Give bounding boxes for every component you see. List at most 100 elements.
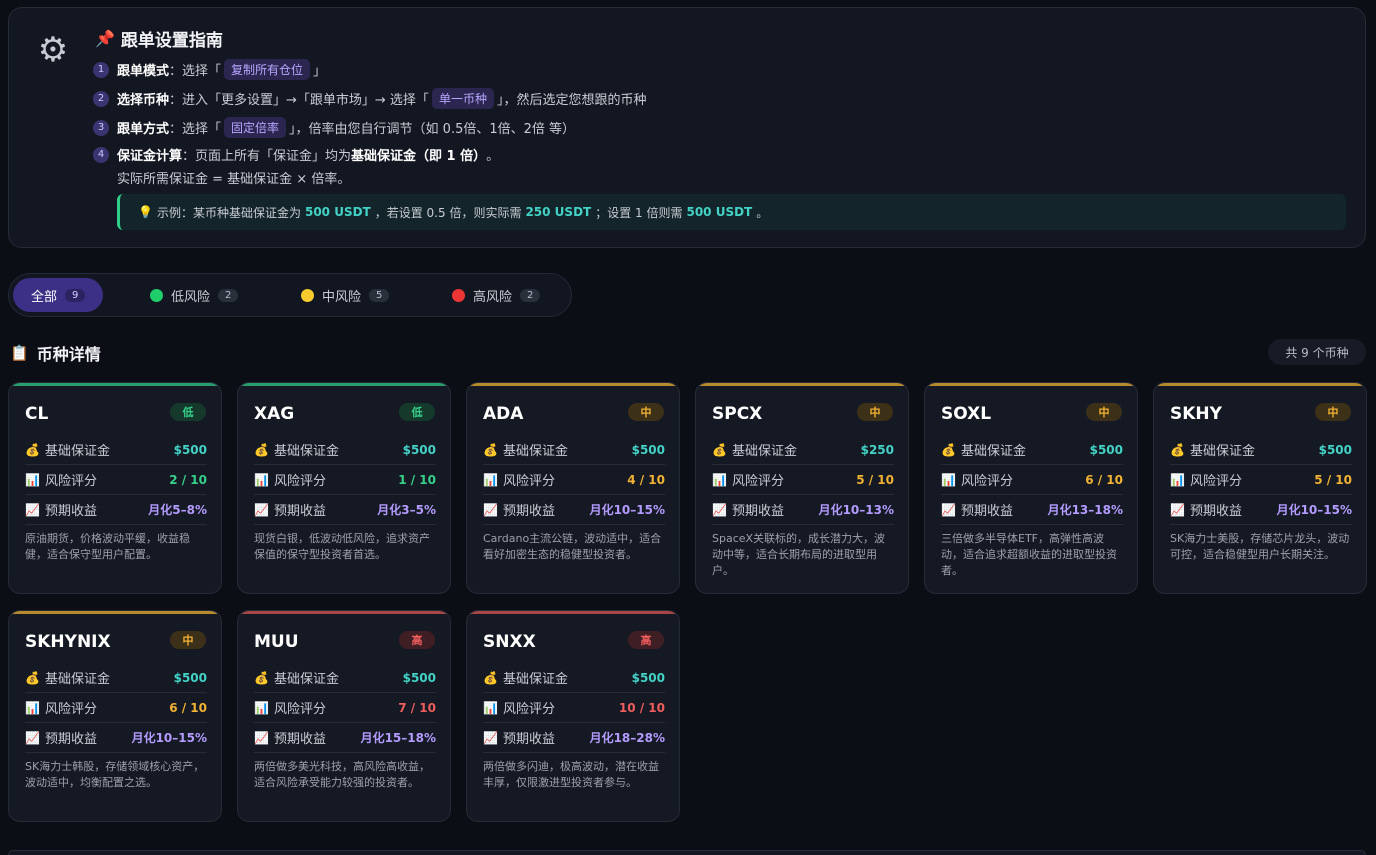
next-panel-edge	[8, 850, 1366, 855]
example-tip: 💡 示例：某币种基础保证金为 500 USDT ，若设置 0.5 倍，则实际需 …	[117, 194, 1346, 230]
risk-score-label: 风险评分	[503, 474, 556, 489]
coin-description: Cardano主流公链，波动适中，适合看好加密生态的稳健型投资者。	[483, 532, 662, 561]
step-number: 4	[93, 146, 109, 163]
margin-label: 基础保证金	[45, 444, 111, 459]
coin-card[interactable]: CL 低 💰 基础保证金 $500 📊 风险评分 2 / 10 📈 预期收益 月化5–8% 原油期货，…	[8, 382, 222, 594]
filter-high-risk-button[interactable]: 高风险 2	[434, 278, 558, 312]
risk-badge: 低	[170, 403, 206, 421]
risk-score-row: 📊 风险评分 7 / 10	[254, 693, 436, 723]
count-badge: 2	[520, 288, 541, 302]
risk-badge: 中	[1086, 403, 1122, 421]
money-bag-icon: 💰	[1170, 442, 1185, 457]
yield-value: 月化10–15%	[589, 503, 665, 517]
margin-row: 💰 基础保证金 $500	[483, 435, 665, 465]
guide-step-2: 2 选择币种 ：进入「更多设置」→「跟单市场」→ 选择「 单一币种 」，然后选定…	[93, 88, 646, 109]
margin-row: 💰 基础保证金 $500	[1170, 435, 1352, 465]
money-bag-icon: 💰	[712, 442, 727, 457]
filter-all-button[interactable]: 全部 9	[13, 278, 104, 312]
bar-chart-icon: 📊	[941, 472, 956, 487]
money-bag-icon: 💰	[254, 442, 269, 457]
coin-card[interactable]: SPCX 中 💰 基础保证金 $250 📊 风险评分 5 / 10 📈 预期收益 月化10–13% S…	[695, 382, 909, 594]
step-label: 跟单模式	[117, 64, 170, 79]
margin-label: 基础保证金	[45, 672, 111, 687]
risk-badge: 中	[628, 403, 664, 421]
guide-sub-note: 实际所需保证金 = 基础保证金 × 倍率。	[117, 172, 351, 187]
risk-score-row: 📊 风险评分 4 / 10	[483, 465, 665, 495]
yield-value: 月化10–13%	[818, 503, 894, 517]
margin-value: $500	[631, 670, 665, 685]
risk-score-label: 风险评分	[45, 474, 98, 489]
coin-description: 原油期货，价格波动平缓，收益稳健，适合保守型用户配置。	[25, 532, 190, 561]
coin-card[interactable]: MUU 高 💰 基础保证金 $500 📊 风险评分 7 / 10 📈 预期收益 月化15–18% 两倍…	[237, 610, 451, 822]
coin-description: SK海力士韩股，存储领域核心资产，波动适中，均衡配置之选。	[25, 760, 205, 789]
step-label: 保证金计算	[117, 149, 183, 164]
filter-mid-risk-button[interactable]: 中风险 5	[283, 278, 407, 312]
yield-label: 预期收益	[961, 504, 1014, 519]
margin-value: $500	[173, 442, 207, 457]
money-bag-icon: 💰	[25, 442, 40, 457]
yield-value: 月化10–15%	[1276, 503, 1352, 517]
coin-description: 现货白银，低波动低风险，追求资产保值的保守型投资者首选。	[254, 532, 430, 561]
bar-chart-icon: 📊	[25, 472, 40, 487]
margin-value: $500	[631, 442, 665, 457]
yield-label: 预期收益	[732, 504, 785, 519]
coin-card[interactable]: SKHYNIX 中 💰 基础保证金 $500 📊 风险评分 6 / 10 📈 预期收益 月化10–1…	[8, 610, 222, 822]
coin-symbol: XAG	[254, 404, 295, 424]
margin-label: 基础保证金	[961, 444, 1027, 459]
risk-badge: 中	[1315, 403, 1351, 421]
yield-row: 📈 预期收益 月化3–5%	[254, 495, 436, 525]
risk-score-value: 6 / 10	[1085, 472, 1123, 487]
coin-card[interactable]: SOXL 中 💰 基础保证金 $500 📊 风险评分 6 / 10 📈 预期收益 月化13–18% 三…	[924, 382, 1138, 594]
yield-row: 📈 预期收益 月化10–15%	[25, 723, 207, 753]
margin-value: $500	[173, 670, 207, 685]
step-number: 3	[93, 119, 109, 136]
lightbulb-icon: 💡	[138, 205, 153, 219]
bar-chart-icon: 📊	[254, 700, 269, 715]
yield-label: 预期收益	[1190, 504, 1243, 519]
risk-badge: 高	[399, 631, 435, 649]
margin-row: 💰 基础保证金 $500	[941, 435, 1123, 465]
risk-badge: 低	[399, 403, 435, 421]
risk-score-value: 6 / 10	[169, 700, 207, 715]
trend-chart-icon: 📈	[254, 502, 269, 517]
yield-label: 预期收益	[503, 504, 556, 519]
emphasis-text: 基础保证金（即 1 倍）	[351, 149, 487, 164]
coin-symbol: SKHY	[1170, 404, 1222, 424]
money-bag-icon: 💰	[483, 442, 498, 457]
margin-label: 基础保证金	[503, 444, 569, 459]
step-number: 1	[93, 61, 109, 78]
filter-low-risk-button[interactable]: 低风险 2	[132, 278, 256, 312]
count-badge: 5	[369, 288, 390, 302]
risk-score-row: 📊 风险评分 1 / 10	[254, 465, 436, 495]
yield-value: 月化5–8%	[148, 503, 207, 517]
risk-score-row: 📊 风险评分 5 / 10	[712, 465, 894, 495]
guide-title: 📌 跟单设置指南	[95, 29, 223, 51]
trend-chart-icon: 📈	[25, 730, 40, 745]
setup-guide-panel: ⚙ 📌 跟单设置指南 1 跟单模式 ：选择「 复制所有仓位 」 2 选择币种 ：…	[8, 7, 1366, 248]
margin-row: 💰 基础保证金 $500	[25, 435, 207, 465]
coin-card[interactable]: SKHY 中 💰 基础保证金 $500 📊 风险评分 5 / 10 📈 预期收益 月化10–15% S…	[1153, 382, 1367, 594]
green-dot-icon	[150, 288, 163, 302]
margin-label: 基础保证金	[274, 672, 340, 687]
coin-card[interactable]: SNXX 高 💰 基础保证金 $500 📊 风险评分 10 / 10 📈 预期收益 月化18–28%…	[466, 610, 680, 822]
bar-chart-icon: 📊	[712, 472, 727, 487]
yield-label: 预期收益	[274, 504, 327, 519]
trend-chart-icon: 📈	[712, 502, 727, 517]
guide-step-3: 3 跟单方式 ：选择「 固定倍率 」，倍率由您自行调节（如 0.5倍、1倍、2倍…	[93, 117, 575, 138]
coin-symbol: ADA	[483, 404, 524, 424]
pin-icon: 📌	[95, 29, 115, 48]
risk-filter-bar: 全部 9 低风险 2 中风险 5 高风险 2	[8, 273, 572, 317]
yield-row: 📈 预期收益 月化13–18%	[941, 495, 1123, 525]
margin-value: $500	[1318, 442, 1352, 457]
money-bag-icon: 💰	[483, 670, 498, 685]
coin-card[interactable]: ADA 中 💰 基础保证金 $500 📊 风险评分 4 / 10 📈 预期收益 月化10–15% Ca…	[466, 382, 680, 594]
count-badge: 2	[218, 288, 239, 302]
risk-score-label: 风险评分	[45, 702, 98, 717]
yield-value: 月化18–28%	[589, 731, 665, 745]
yield-label: 预期收益	[45, 504, 98, 519]
margin-value: $500	[402, 670, 436, 685]
risk-score-row: 📊 风险评分 2 / 10	[25, 465, 207, 495]
yellow-dot-icon	[301, 288, 314, 302]
coin-card[interactable]: XAG 低 💰 基础保证金 $500 📊 风险评分 1 / 10 📈 预期收益 月化3–5% 现货白银…	[237, 382, 451, 594]
coin-symbol: CL	[25, 404, 49, 424]
